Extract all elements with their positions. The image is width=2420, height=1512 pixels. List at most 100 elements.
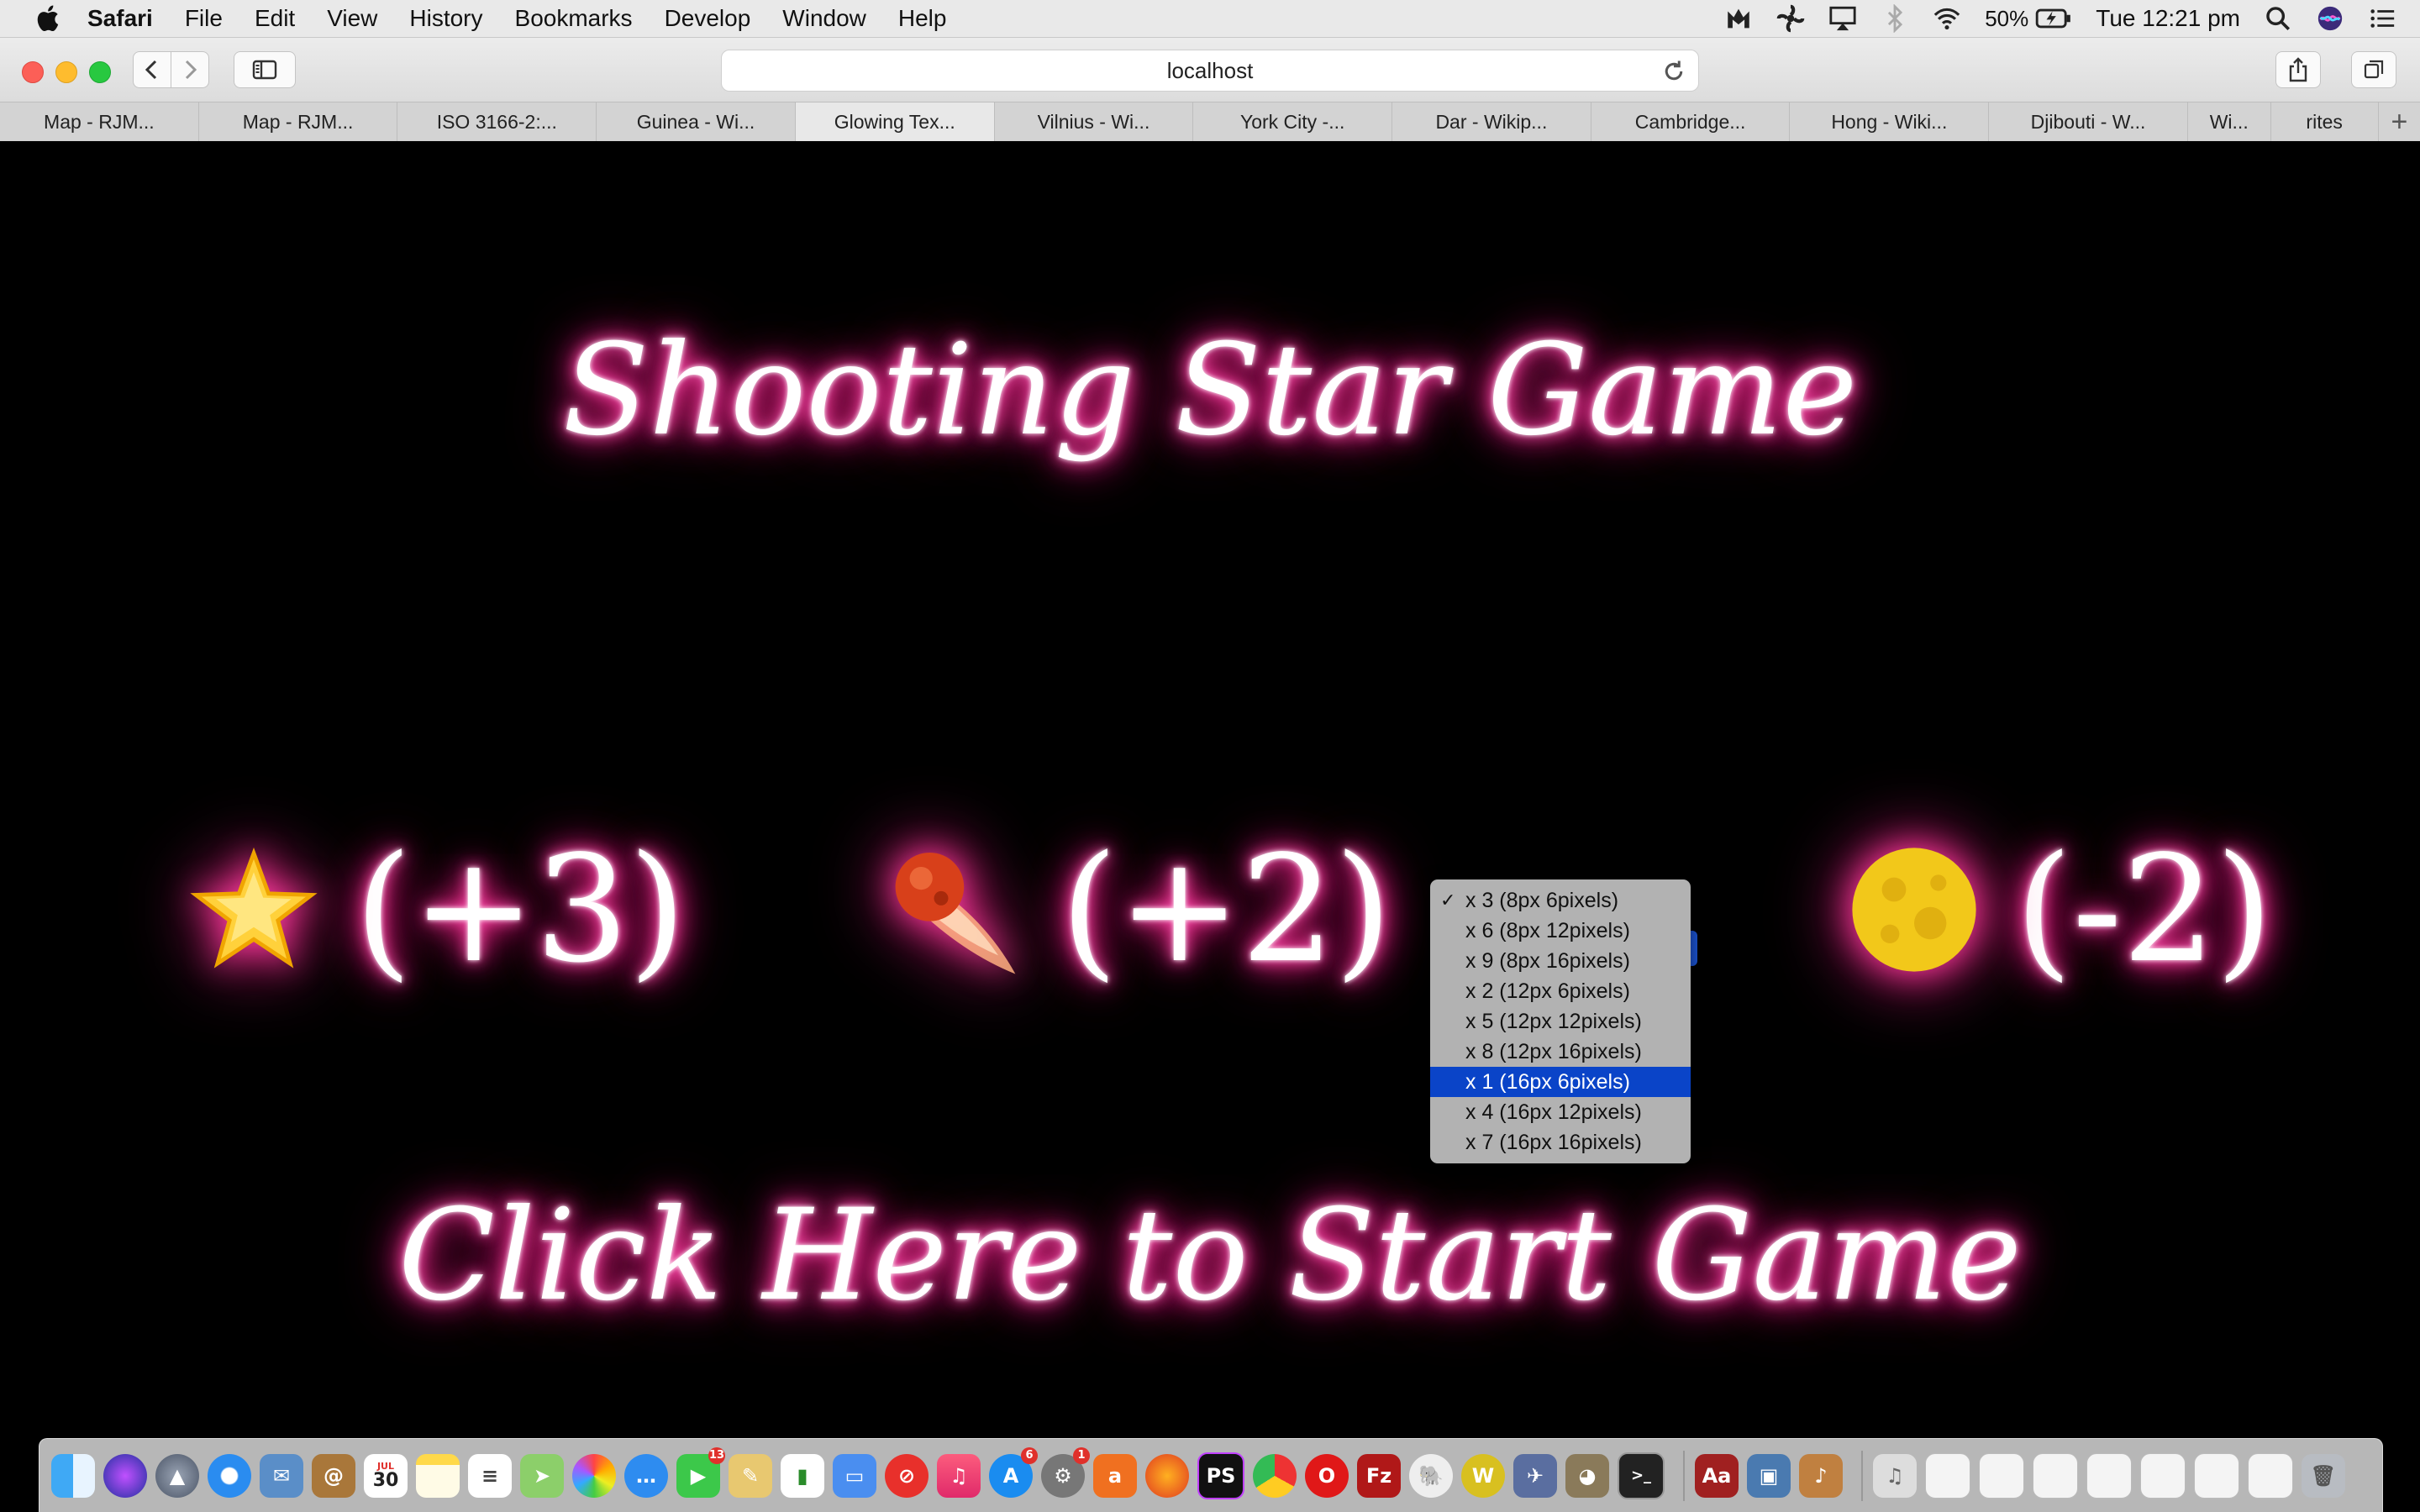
messages-icon[interactable]: … [624, 1453, 668, 1498]
select-option[interactable]: ✓ x 3 (8px 6pixels) [1430, 885, 1691, 916]
select-option[interactable]: x 8 (12px 16pixels) [1430, 1037, 1691, 1067]
bluetooth-icon[interactable] [1881, 4, 1909, 33]
avast-icon[interactable]: a [1093, 1453, 1137, 1498]
menu-help[interactable]: Help [898, 5, 947, 32]
recent-document-thumbnail[interactable] [2086, 1452, 2132, 1499]
back-button[interactable] [133, 51, 171, 88]
tab-overview-button[interactable] [2351, 51, 2396, 88]
recent-document-thumbnail[interactable] [2248, 1452, 2293, 1499]
tab-dar[interactable]: Dar - Wikip... [1392, 102, 1591, 141]
menu-bookmarks[interactable]: Bookmarks [515, 5, 633, 32]
select-option[interactable]: x 6 (8px 12pixels) [1430, 916, 1691, 946]
select-option-highlighted[interactable]: x 1 (16px 6pixels) [1430, 1067, 1691, 1097]
select-option[interactable]: x 7 (16px 16pixels) [1430, 1127, 1691, 1158]
wifi-icon[interactable] [1933, 4, 1961, 33]
recent-document-thumbnail[interactable] [2194, 1452, 2239, 1499]
new-tab-button[interactable]: + [2379, 102, 2420, 141]
trash-icon[interactable]: 🗑 [2302, 1453, 2345, 1498]
select-option[interactable]: x 2 (12px 6pixels) [1430, 976, 1691, 1006]
calendar-icon[interactable]: JUL 30 [364, 1453, 408, 1498]
notes-icon[interactable] [416, 1453, 460, 1498]
battery-charging-icon[interactable] [2035, 4, 2072, 33]
mamp-icon[interactable]: 🐘 [1409, 1453, 1453, 1498]
spotlight-search-icon[interactable] [2264, 4, 2292, 33]
firefox-icon[interactable] [1145, 1453, 1189, 1498]
menu-history[interactable]: History [409, 5, 482, 32]
preview-mail-icon[interactable]: ✉ [260, 1453, 303, 1498]
reminders-icon[interactable]: ≡ [468, 1453, 512, 1498]
finder-icon[interactable] [51, 1453, 95, 1498]
tab-map-rjm-1[interactable]: Map - RJM... [0, 102, 199, 141]
fan-utility-icon[interactable] [1776, 4, 1805, 33]
zoom-window-button[interactable] [89, 61, 111, 83]
select-option[interactable]: x 9 (8px 16pixels) [1430, 946, 1691, 976]
app-store-icon[interactable]: A6 [989, 1446, 1038, 1498]
select-option[interactable]: x 5 (12px 12pixels) [1430, 1006, 1691, 1037]
tab-label: Glowing Tex... [834, 110, 955, 133]
tab-glowing-text[interactable]: Glowing Tex... [795, 102, 995, 141]
tab-wi[interactable]: Wi... [2188, 102, 2271, 141]
tab-iso-3166[interactable]: ISO 3166-2:... [397, 102, 597, 141]
airplay-icon[interactable] [1828, 4, 1857, 33]
sidebar-button[interactable] [234, 51, 296, 88]
maps-icon[interactable]: ➤ [520, 1453, 564, 1498]
chrome-icon[interactable] [1253, 1453, 1297, 1498]
safari-dock-icon[interactable] [208, 1453, 251, 1498]
close-window-button[interactable] [22, 61, 44, 83]
menu-app-name[interactable]: Safari [87, 5, 153, 32]
keynote-icon[interactable]: ▭ [833, 1453, 876, 1498]
gimp-icon[interactable]: ◕ [1565, 1453, 1609, 1498]
menu-edit[interactable]: Edit [255, 5, 295, 32]
recent-document-thumbnail[interactable] [1979, 1452, 2024, 1499]
preview-icon[interactable]: ▣ [1747, 1453, 1791, 1498]
launchpad-icon[interactable]: ▲ [155, 1453, 199, 1498]
tab-cambridge[interactable]: Cambridge... [1591, 102, 1791, 141]
recent-document-thumbnail[interactable] [2140, 1452, 2186, 1499]
tab-york-city[interactable]: York City -... [1193, 102, 1393, 141]
reload-icon[interactable] [1661, 59, 1686, 84]
wine-icon[interactable]: W [1461, 1453, 1505, 1498]
address-bar[interactable]: localhost [721, 50, 1699, 92]
phpstorm-icon[interactable]: PS [1197, 1452, 1244, 1499]
forward-button[interactable] [171, 51, 209, 88]
start-game-button[interactable]: Click Here to Start Game [0, 1183, 2420, 1329]
facetime-icon[interactable]: ▶ 13 [676, 1446, 725, 1498]
malwarebytes-icon[interactable] [1724, 4, 1753, 33]
recent-document-thumbnail[interactable] [1925, 1452, 1970, 1499]
menu-file[interactable]: File [185, 5, 223, 32]
music-folder-icon[interactable]: ♫ [1873, 1453, 1917, 1498]
siri-dock-icon[interactable] [103, 1453, 147, 1498]
dictionary-icon[interactable]: Aa [1695, 1453, 1739, 1498]
photos-icon[interactable] [572, 1453, 616, 1498]
menu-view[interactable]: View [327, 5, 377, 32]
clock[interactable]: Tue 12:21 pm [2096, 5, 2240, 32]
numbers-icon[interactable]: ▮ [781, 1453, 824, 1498]
menu-develop[interactable]: Develop [665, 5, 751, 32]
tab-guinea[interactable]: Guinea - Wi... [597, 102, 796, 141]
tab-djibouti[interactable]: Djibouti - W... [1989, 102, 2188, 141]
contacts-icon[interactable]: @ [312, 1453, 355, 1498]
siri-icon[interactable] [2316, 4, 2344, 33]
system-preferences-icon[interactable]: ⚙ 1 [1041, 1446, 1090, 1498]
opera-icon[interactable]: O [1305, 1453, 1349, 1498]
news-icon[interactable]: ⊘ [885, 1453, 929, 1498]
menu-window[interactable]: Window [782, 5, 866, 32]
pages-icon[interactable]: ✎ [729, 1453, 772, 1498]
notification-center-icon[interactable] [2368, 4, 2396, 33]
minimize-window-button[interactable] [55, 61, 77, 83]
recent-document-thumbnail[interactable] [2033, 1452, 2078, 1499]
garageband-icon[interactable]: ♪ [1799, 1453, 1843, 1498]
xcode-icon[interactable]: ✈ [1513, 1453, 1557, 1498]
terminal-icon[interactable]: >_ [1618, 1452, 1665, 1499]
tab-map-rjm-2[interactable]: Map - RJM... [199, 102, 398, 141]
select-option[interactable]: x 4 (16px 12pixels) [1430, 1097, 1691, 1127]
battery-percentage[interactable]: 50% [1985, 6, 2028, 32]
apple-menu-icon[interactable] [32, 2, 66, 35]
music-icon[interactable]: ♫ [937, 1453, 981, 1498]
select-control-edge[interactable] [1691, 931, 1697, 966]
share-button[interactable] [2275, 51, 2321, 88]
filezilla-icon[interactable]: Fz [1357, 1453, 1401, 1498]
tab-vilnius[interactable]: Vilnius - Wi... [995, 102, 1194, 141]
tab-hong[interactable]: Hong - Wiki... [1790, 102, 1990, 141]
tab-rites[interactable]: rites [2271, 102, 2379, 141]
